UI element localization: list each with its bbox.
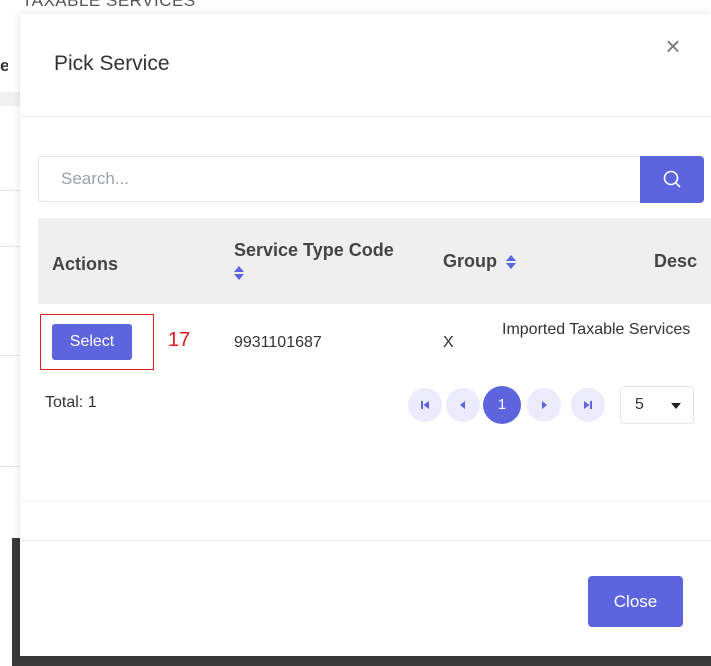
section-divider <box>20 500 711 501</box>
next-page-button[interactable] <box>527 388 561 422</box>
column-header-group[interactable]: Group <box>443 251 517 272</box>
chevron-down-icon <box>671 403 681 409</box>
background-divider <box>0 355 20 356</box>
modal-title: Pick Service <box>54 52 170 75</box>
column-header-label: Group <box>443 251 497 271</box>
table-footer: Total: 1 1 5 <box>38 380 711 434</box>
page-size-value: 5 <box>635 396 644 413</box>
column-header-label: Actions <box>52 254 119 274</box>
select-button[interactable]: Select <box>52 324 132 360</box>
column-header-service-type-code[interactable]: Service Type Code <box>234 240 394 282</box>
cell-description: Imported Taxable Services <box>502 321 691 338</box>
sort-icon[interactable] <box>234 265 244 281</box>
background-dark-edge <box>12 656 711 666</box>
services-table: Actions Service Type Code Group Desc Sel… <box>38 218 711 376</box>
prev-page-icon <box>460 401 465 409</box>
background-divider <box>0 246 20 247</box>
cell-service-type-code: 9931101687 <box>234 334 322 351</box>
close-button[interactable]: Close <box>588 576 683 627</box>
last-page-icon <box>584 401 592 409</box>
background-divider <box>0 466 20 467</box>
page-size-select[interactable]: 5 <box>620 386 694 424</box>
sort-icon[interactable] <box>506 254 517 270</box>
total-count: Total: 1 <box>45 394 97 411</box>
annotation-number: 17 <box>168 329 191 351</box>
background-row <box>0 92 20 106</box>
search-bar <box>38 156 704 204</box>
column-header-actions: Actions <box>52 254 118 275</box>
modal-header: Pick Service × <box>20 14 711 117</box>
background-heading: TAXABLE SERVICES <box>22 0 196 10</box>
modal-footer-divider <box>20 540 711 541</box>
next-page-icon <box>542 401 547 409</box>
first-page-button[interactable] <box>408 388 442 422</box>
background-divider <box>0 190 20 191</box>
column-header-description[interactable]: Desc <box>654 251 697 272</box>
search-input[interactable] <box>38 156 640 202</box>
background-label-fragment: e <box>0 56 8 75</box>
page-1-button[interactable]: 1 <box>483 386 521 424</box>
first-page-icon <box>421 401 429 409</box>
last-page-button[interactable] <box>571 388 605 422</box>
column-header-label: Service Type Code <box>234 240 394 260</box>
search-button[interactable] <box>640 156 704 203</box>
table-header: Actions Service Type Code Group Desc <box>38 218 711 304</box>
close-icon[interactable]: × <box>661 33 685 59</box>
column-header-label: Desc <box>654 251 698 271</box>
background-dark-edge <box>12 538 20 666</box>
previous-page-button[interactable] <box>446 388 480 422</box>
cell-group: X <box>443 334 454 351</box>
search-icon <box>663 170 681 188</box>
table-row: Select 17 9931101687 X Imported Taxable … <box>38 304 711 376</box>
pick-service-modal: Pick Service × Actions Service Type Code <box>20 14 711 656</box>
